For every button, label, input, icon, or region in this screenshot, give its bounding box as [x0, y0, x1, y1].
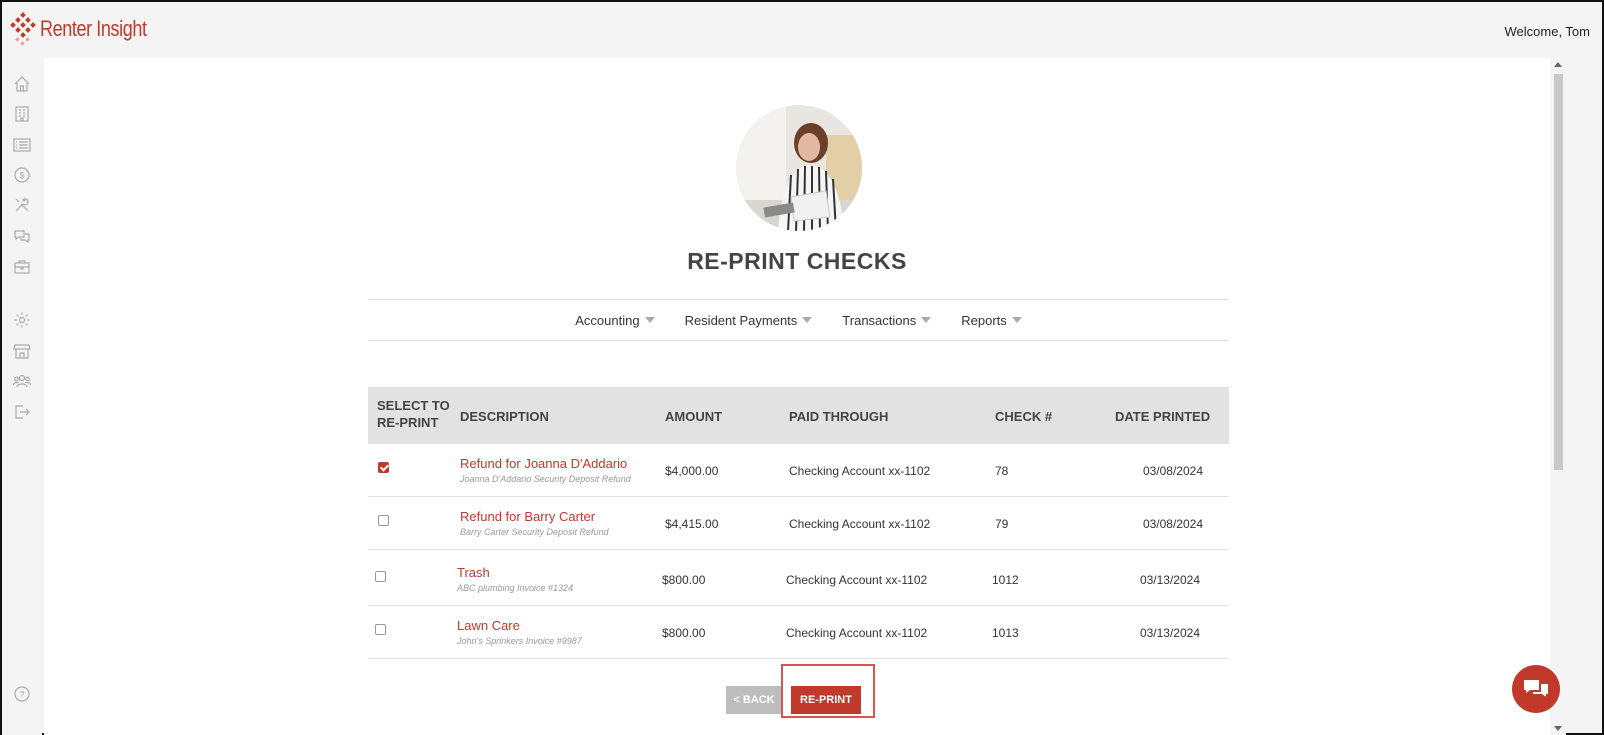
date-printed-cell: 03/13/2024 [1139, 573, 1200, 587]
logo-icon [10, 12, 36, 46]
caret-down-icon [802, 317, 813, 323]
header-select: SELECT TO RE-PRINT [377, 397, 450, 431]
logout-icon[interactable] [13, 403, 31, 421]
help-icon[interactable]: ? [13, 685, 31, 703]
select-checkbox[interactable] [375, 571, 386, 582]
description-subtitle: Barry Carter Security Deposit Refund [460, 527, 609, 537]
header-check-number: CHECK # [995, 409, 1053, 424]
scroll-up-arrow-icon[interactable] [1554, 62, 1562, 67]
tools-icon[interactable] [13, 196, 31, 214]
nav-transactions-label: Transactions [842, 312, 917, 328]
page-title: RE-PRINT CHECKS [687, 248, 907, 274]
date-printed-cell: 03/08/2024 [1142, 517, 1203, 531]
check-number-cell: 79 [995, 517, 1009, 531]
header-paid-through: PAID THROUGH [789, 409, 889, 424]
nav-accounting[interactable]: Accounting [575, 312, 655, 328]
svg-text:?: ? [19, 690, 24, 700]
main-content: RE-PRINT CHECKS Accounting Resident Paym… [44, 58, 1550, 735]
amount-cell: $4,000.00 [665, 464, 719, 478]
nav-reports[interactable]: Reports [961, 313, 1022, 328]
header-date-printed: DATE PRINTED [1115, 409, 1211, 424]
select-checkbox[interactable] [378, 462, 389, 473]
top-bar: Renter Insight Welcome, Tom [2, 2, 1602, 58]
amount-cell: $4,415.00 [665, 517, 719, 531]
amount-cell: $800.00 [662, 626, 706, 640]
description-subtitle: Joanna D'Addario Security Deposit Refund [460, 474, 631, 484]
description-link[interactable]: Lawn Care [457, 618, 520, 633]
paid-through-cell: Checking Account xx-1102 [789, 464, 931, 478]
scroll-thumb[interactable] [1554, 74, 1563, 470]
logo-text: Renter Insight [40, 16, 147, 41]
table-row: Refund for Joanna D'Addario Joanna D'Add… [368, 444, 1229, 497]
check-number-cell: 1013 [992, 626, 1019, 640]
select-checkbox[interactable] [375, 624, 386, 635]
caret-down-icon [644, 317, 655, 323]
table-row: Trash ABC plumbing Invoice #1324 $800.00… [368, 550, 1229, 606]
checks-table: SELECT TO RE-PRINT DESCRIPTION AMOUNT PA… [368, 387, 1229, 659]
table-row: Lawn Care John's Sprinkers Invoice #9987… [368, 606, 1229, 659]
table-row: Refund for Barry Carter Barry Carter Sec… [368, 497, 1229, 550]
briefcase-icon[interactable] [13, 258, 31, 276]
header-description: DESCRIPTION [460, 409, 549, 424]
paid-through-cell: Checking Account xx-1102 [786, 573, 928, 587]
nav-accounting-label: Accounting [575, 312, 640, 328]
nav-transactions[interactable]: Transactions [842, 312, 932, 328]
chat-icon[interactable] [13, 227, 31, 245]
caret-down-icon [921, 317, 932, 323]
description-subtitle: John's Sprinkers Invoice #9987 [457, 636, 582, 646]
nav-reports-label: Reports [961, 312, 1007, 328]
list-icon[interactable] [13, 136, 31, 154]
paid-through-cell: Checking Account xx-1102 [789, 517, 931, 531]
description-subtitle: ABC plumbing Invoice #1324 [457, 583, 574, 593]
vertical-scrollbar[interactable] [1550, 58, 1566, 735]
sidebar: $ ? [2, 58, 42, 735]
user-avatar [736, 105, 862, 231]
check-number-cell: 1012 [992, 573, 1019, 587]
caret-down-icon [1011, 317, 1022, 323]
users-icon[interactable] [12, 372, 32, 390]
header-amount: AMOUNT [665, 409, 723, 424]
nav-resident-payments[interactable]: Resident Payments [685, 313, 813, 328]
description-link[interactable]: Refund for Barry Carter [460, 509, 595, 524]
description-link[interactable]: Trash [457, 565, 490, 580]
select-checkbox[interactable] [378, 515, 389, 526]
scroll-down-arrow-icon[interactable] [1554, 726, 1562, 731]
table-header: SELECT TO RE-PRINT DESCRIPTION AMOUNT PA… [368, 387, 1229, 444]
welcome-text[interactable]: Welcome, Tom [1505, 24, 1591, 39]
chat-widget-button[interactable] [1512, 665, 1560, 713]
gear-icon[interactable] [13, 311, 31, 329]
store-icon[interactable] [13, 342, 31, 360]
sub-navigation: Accounting Resident Payments Transaction… [368, 299, 1229, 341]
date-printed-cell: 03/13/2024 [1139, 626, 1200, 640]
chat-bubbles-icon [1524, 680, 1548, 697]
header-select-line2: RE-PRINT [377, 415, 439, 430]
app-logo[interactable]: Renter Insight [10, 12, 170, 46]
dollar-icon[interactable]: $ [13, 166, 31, 184]
nav-resident-payments-label: Resident Payments [684, 312, 798, 328]
check-number-cell: 78 [995, 464, 1009, 478]
description-link[interactable]: Refund for Joanna D'Addario [460, 456, 627, 471]
header-select-line1: SELECT TO [377, 398, 450, 413]
amount-cell: $800.00 [662, 573, 706, 587]
back-button[interactable]: < BACK [726, 686, 782, 714]
svg-text:$: $ [19, 171, 24, 181]
paid-through-cell: Checking Account xx-1102 [786, 626, 928, 640]
home-icon[interactable] [13, 75, 31, 93]
date-printed-cell: 03/08/2024 [1142, 464, 1203, 478]
building-icon[interactable] [13, 105, 31, 123]
reprint-button[interactable]: RE-PRINT [791, 686, 861, 714]
